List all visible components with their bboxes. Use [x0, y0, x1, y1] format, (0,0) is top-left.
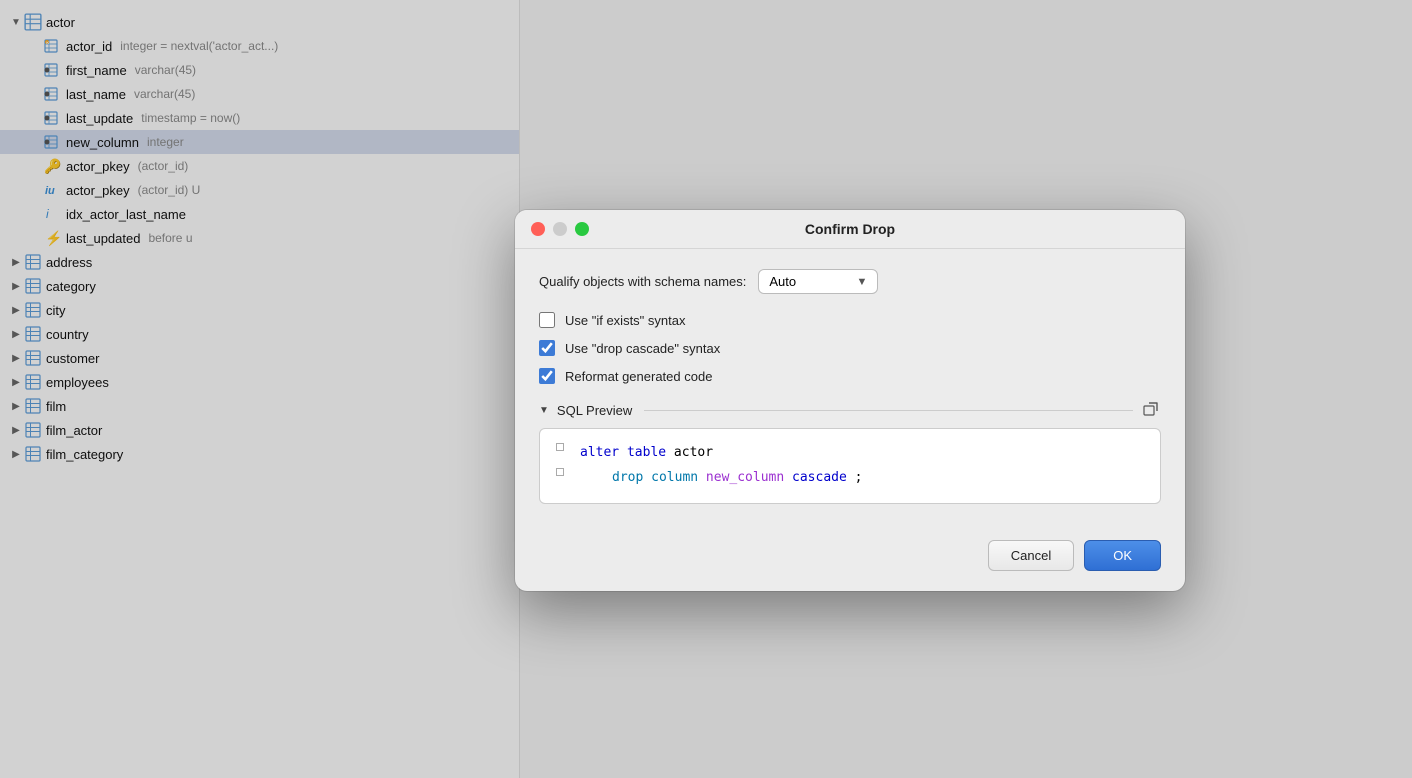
- cancel-button[interactable]: Cancel: [988, 540, 1074, 571]
- checkbox-label-drop-cascade[interactable]: Use "drop cascade" syntax: [565, 341, 720, 356]
- expand-icon[interactable]: [1141, 400, 1161, 420]
- checkbox-row-drop-cascade: Use "drop cascade" syntax: [539, 340, 1161, 356]
- checkbox-label-if-exists[interactable]: Use "if exists" syntax: [565, 313, 686, 328]
- sql-gutter-marker-1: [556, 443, 564, 451]
- sql-preview-title: SQL Preview: [557, 403, 632, 418]
- dialog-buttons: Cancel OK: [515, 524, 1185, 591]
- chevron-down-icon: ▼: [856, 276, 867, 288]
- checkbox-drop-cascade[interactable]: [539, 340, 555, 356]
- checkbox-label-reformat[interactable]: Reformat generated code: [565, 369, 712, 384]
- checkbox-row-reformat: Reformat generated code: [539, 368, 1161, 384]
- checkbox-if-exists[interactable]: [539, 312, 555, 328]
- sql-preview-section: ▼ SQL Preview a: [539, 400, 1161, 504]
- kw-alter: alter table: [580, 445, 666, 460]
- minimize-button[interactable]: [553, 222, 567, 236]
- sql-text-line-1: alter table actor: [580, 443, 713, 464]
- sql-gutter-2: [556, 468, 572, 476]
- sql-new-column: new_column: [706, 470, 784, 485]
- dialog-titlebar: Confirm Drop: [515, 210, 1185, 249]
- maximize-button[interactable]: [575, 222, 589, 236]
- sql-preview-header: ▼ SQL Preview: [539, 400, 1161, 420]
- dialog-body: Qualify objects with schema names: Auto …: [515, 249, 1185, 524]
- sql-line-2: drop column new_column cascade ;: [556, 468, 1144, 489]
- ok-button[interactable]: OK: [1084, 540, 1161, 571]
- qualify-value: Auto: [769, 274, 796, 289]
- confirm-drop-dialog: Confirm Drop Qualify objects with schema…: [515, 210, 1185, 591]
- sql-gutter-1: [556, 443, 572, 451]
- sql-preview-arrow[interactable]: ▼: [539, 405, 549, 416]
- kw-drop: drop column: [612, 470, 698, 485]
- sql-text-line-2: drop column new_column cascade ;: [580, 468, 862, 489]
- dialog-title: Confirm Drop: [805, 221, 895, 237]
- kw-cascade: cascade: [792, 470, 847, 485]
- sql-semicolon: ;: [855, 470, 863, 485]
- sql-gutter-marker-2: [556, 468, 564, 476]
- window-buttons: [531, 222, 589, 236]
- qualify-select[interactable]: Auto ▼: [758, 269, 878, 294]
- sql-actor: actor: [674, 445, 713, 460]
- sql-code-box: alter table actor drop column new_column…: [539, 428, 1161, 504]
- checkbox-row-if-exists: Use "if exists" syntax: [539, 312, 1161, 328]
- sql-preview-divider: [644, 410, 1133, 411]
- close-button[interactable]: [531, 222, 545, 236]
- sql-line-1: alter table actor: [556, 443, 1144, 464]
- qualify-row: Qualify objects with schema names: Auto …: [539, 269, 1161, 294]
- qualify-label: Qualify objects with schema names:: [539, 274, 746, 289]
- checkbox-reformat[interactable]: [539, 368, 555, 384]
